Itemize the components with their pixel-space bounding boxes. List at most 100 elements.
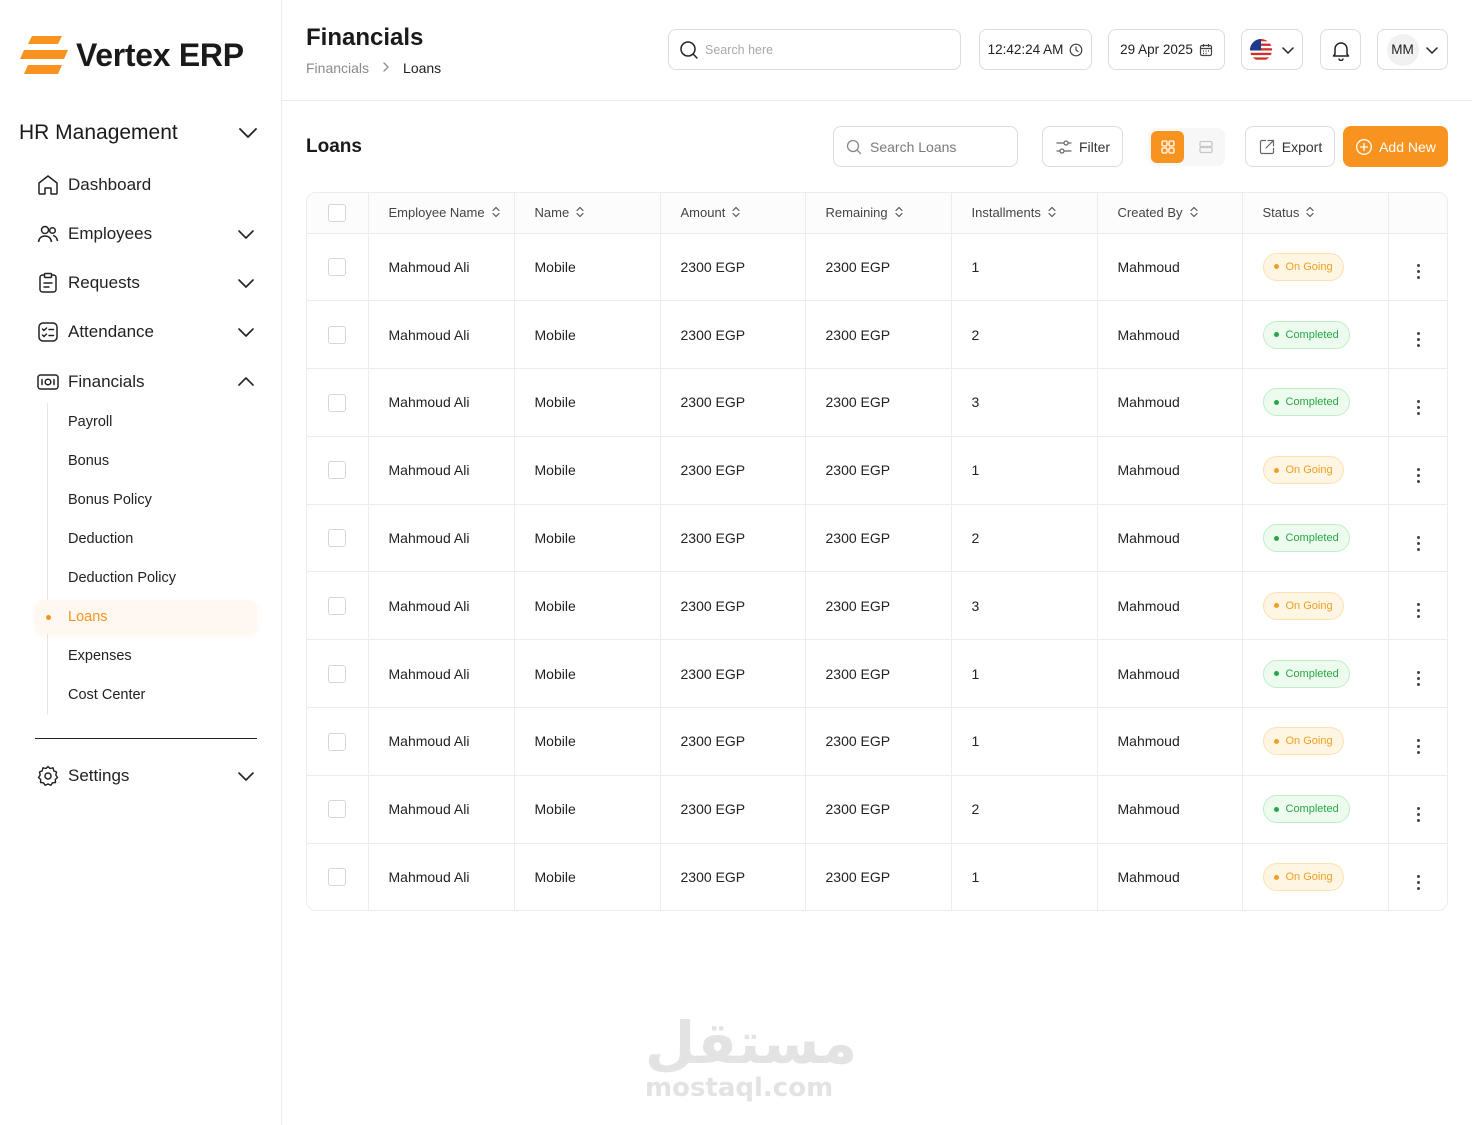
status-badge: On Going [1262, 252, 1344, 281]
col-header-amount[interactable]: Amount [660, 193, 806, 234]
notifications-button[interactable] [1320, 29, 1361, 70]
more-options-icon[interactable] [1417, 399, 1421, 415]
sidebar-subitem-bonus-policy[interactable]: Bonus Policy [35, 483, 257, 517]
sidebar-subitem-expenses[interactable]: Expenses [35, 639, 257, 673]
row-checkbox[interactable] [328, 461, 347, 480]
more-options-icon[interactable] [1417, 332, 1421, 348]
language-selector[interactable] [1241, 29, 1303, 70]
grid-icon [1160, 140, 1175, 154]
chevron-down-icon[interactable] [235, 223, 257, 245]
sort-icon[interactable] [731, 206, 741, 221]
row-checkbox[interactable] [328, 393, 347, 412]
table-row[interactable]: Mahmoud Ali Mobile 2300 EGP 2300 EGP 2 Mahmou… [307, 775, 1447, 844]
bell-icon [1332, 41, 1349, 61]
more-options-icon[interactable] [1417, 264, 1421, 280]
row-checkbox[interactable] [328, 800, 347, 819]
breadcrumb-link[interactable]: Financials [306, 60, 369, 76]
cell-actions [1388, 301, 1447, 369]
status-badge: On Going [1262, 727, 1344, 756]
search-input[interactable]: Search Loans [870, 139, 956, 155]
row-checkbox[interactable] [328, 664, 347, 683]
col-header-installments[interactable]: Installments [951, 193, 1098, 234]
sidebar-subitem-loans[interactable]: Loans [35, 600, 257, 634]
col-header-status[interactable]: Status [1242, 193, 1389, 234]
table-row[interactable]: Mahmoud Ali Mobile 2300 EGP 2300 EGP 3 Mahmou… [307, 571, 1447, 640]
sidebar-subitem-bonus[interactable]: Bonus [35, 444, 257, 478]
select-all-checkbox[interactable] [328, 203, 347, 222]
cell-employee-name: Mahmoud Ali [368, 843, 515, 910]
row-checkbox[interactable] [328, 325, 347, 344]
chevron-down-icon[interactable] [235, 272, 257, 294]
table-row[interactable]: Mahmoud Ali Mobile 2300 EGP 2300 EGP 3 Mahmou… [307, 368, 1447, 437]
cell-name: Mobile [514, 233, 661, 301]
sidebar-item-requests[interactable]: Requests [35, 268, 257, 298]
col-header-created-by[interactable]: Created By [1097, 193, 1243, 234]
sort-icon[interactable] [894, 206, 904, 221]
table-row[interactable]: Mahmoud Ali Mobile 2300 EGP 2300 EGP 1 Mahmou… [307, 233, 1447, 301]
more-options-icon[interactable] [1417, 806, 1421, 822]
filter-button[interactable]: Filter [1042, 126, 1123, 167]
sidebar-subitem-deduction[interactable]: Deduction [35, 522, 257, 556]
row-checkbox[interactable] [328, 868, 347, 887]
table-row[interactable]: Mahmoud Ali Mobile 2300 EGP 2300 EGP 2 Mahmou… [307, 504, 1447, 572]
chevron-up-icon[interactable] [235, 371, 257, 393]
more-options-icon[interactable] [1417, 467, 1421, 483]
more-options-icon[interactable] [1417, 671, 1421, 687]
status-label: On Going [1285, 599, 1333, 612]
grid-view-button[interactable] [1151, 131, 1184, 163]
chevron-down-icon[interactable] [235, 321, 257, 343]
add-new-button[interactable]: Add New [1343, 126, 1448, 167]
table-row[interactable]: Mahmoud Ali Mobile 2300 EGP 2300 EGP 1 Mahmou… [307, 843, 1447, 910]
sort-icon[interactable] [1189, 206, 1199, 221]
cell-actions [1388, 843, 1447, 910]
col-header-remaining[interactable]: Remaining [805, 193, 952, 234]
row-checkbox[interactable] [328, 732, 347, 751]
sidebar-item-employees[interactable]: Employees [35, 219, 257, 249]
table-row[interactable]: Mahmoud Ali Mobile 2300 EGP 2300 EGP 1 Mahmou… [307, 436, 1447, 505]
user-menu[interactable]: MM [1377, 29, 1448, 70]
sidebar-subitem-deduction-policy[interactable]: Deduction Policy [35, 561, 257, 595]
clipboard-icon [35, 270, 61, 296]
sort-icon[interactable] [1047, 206, 1057, 221]
export-button[interactable]: Export [1245, 126, 1335, 167]
row-checkbox[interactable] [328, 529, 347, 548]
sidebar-subitem-payroll[interactable]: Payroll [35, 405, 257, 439]
status-dot [1273, 671, 1279, 677]
subitem-label: Cost Center [68, 687, 146, 703]
loans-search[interactable]: Search Loans [833, 126, 1018, 167]
global-search[interactable]: Search here [668, 29, 961, 70]
cell-status: Completed [1242, 775, 1389, 844]
sidebar-item-financials[interactable]: Financials [35, 367, 257, 397]
row-select-cell [307, 436, 369, 505]
module-selector[interactable]: HR Management [19, 121, 259, 145]
sidebar-item-attendance[interactable]: Attendance [35, 317, 257, 347]
search-input[interactable]: Search here [705, 43, 773, 57]
cell-actions [1388, 640, 1447, 708]
sidebar-subitem-cost-center[interactable]: Cost Center [35, 678, 257, 712]
sidebar-item-settings[interactable]: Settings [35, 761, 257, 791]
app-logo[interactable]: Vertex ERP [18, 34, 244, 76]
sort-icon[interactable] [491, 206, 501, 221]
list-view-button[interactable] [1189, 131, 1222, 163]
sort-icon[interactable] [1305, 206, 1315, 221]
col-header-name[interactable]: Name [514, 193, 661, 234]
date-display[interactable]: 29 Apr 2025 [1108, 29, 1225, 70]
col-header-employee-name[interactable]: Employee Name [368, 193, 515, 234]
row-checkbox[interactable] [328, 597, 347, 616]
more-options-icon[interactable] [1417, 535, 1421, 551]
table-row[interactable]: Mahmoud Ali Mobile 2300 EGP 2300 EGP 1 Mahmou… [307, 639, 1447, 708]
table-row[interactable]: Mahmoud Ali Mobile 2300 EGP 2300 EGP 1 Mahmou… [307, 707, 1447, 776]
sidebar-item-dashboard[interactable]: Dashboard [35, 170, 257, 200]
table-row[interactable]: Mahmoud Ali Mobile 2300 EGP 2300 EGP 2 Mahmou… [307, 300, 1447, 369]
more-options-icon[interactable] [1417, 874, 1421, 890]
more-options-icon[interactable] [1417, 603, 1421, 619]
status-dot [1273, 535, 1279, 541]
row-checkbox[interactable] [328, 258, 347, 277]
cell-installments: 2 [951, 775, 1098, 844]
row-select-cell [307, 233, 369, 301]
cell-remaining: 2300 EGP [805, 707, 952, 776]
top-header: Financials Financials Loans Search here … [282, 0, 1472, 101]
chevron-down-icon[interactable] [235, 765, 257, 787]
sort-icon[interactable] [575, 206, 585, 221]
more-options-icon[interactable] [1417, 738, 1421, 754]
